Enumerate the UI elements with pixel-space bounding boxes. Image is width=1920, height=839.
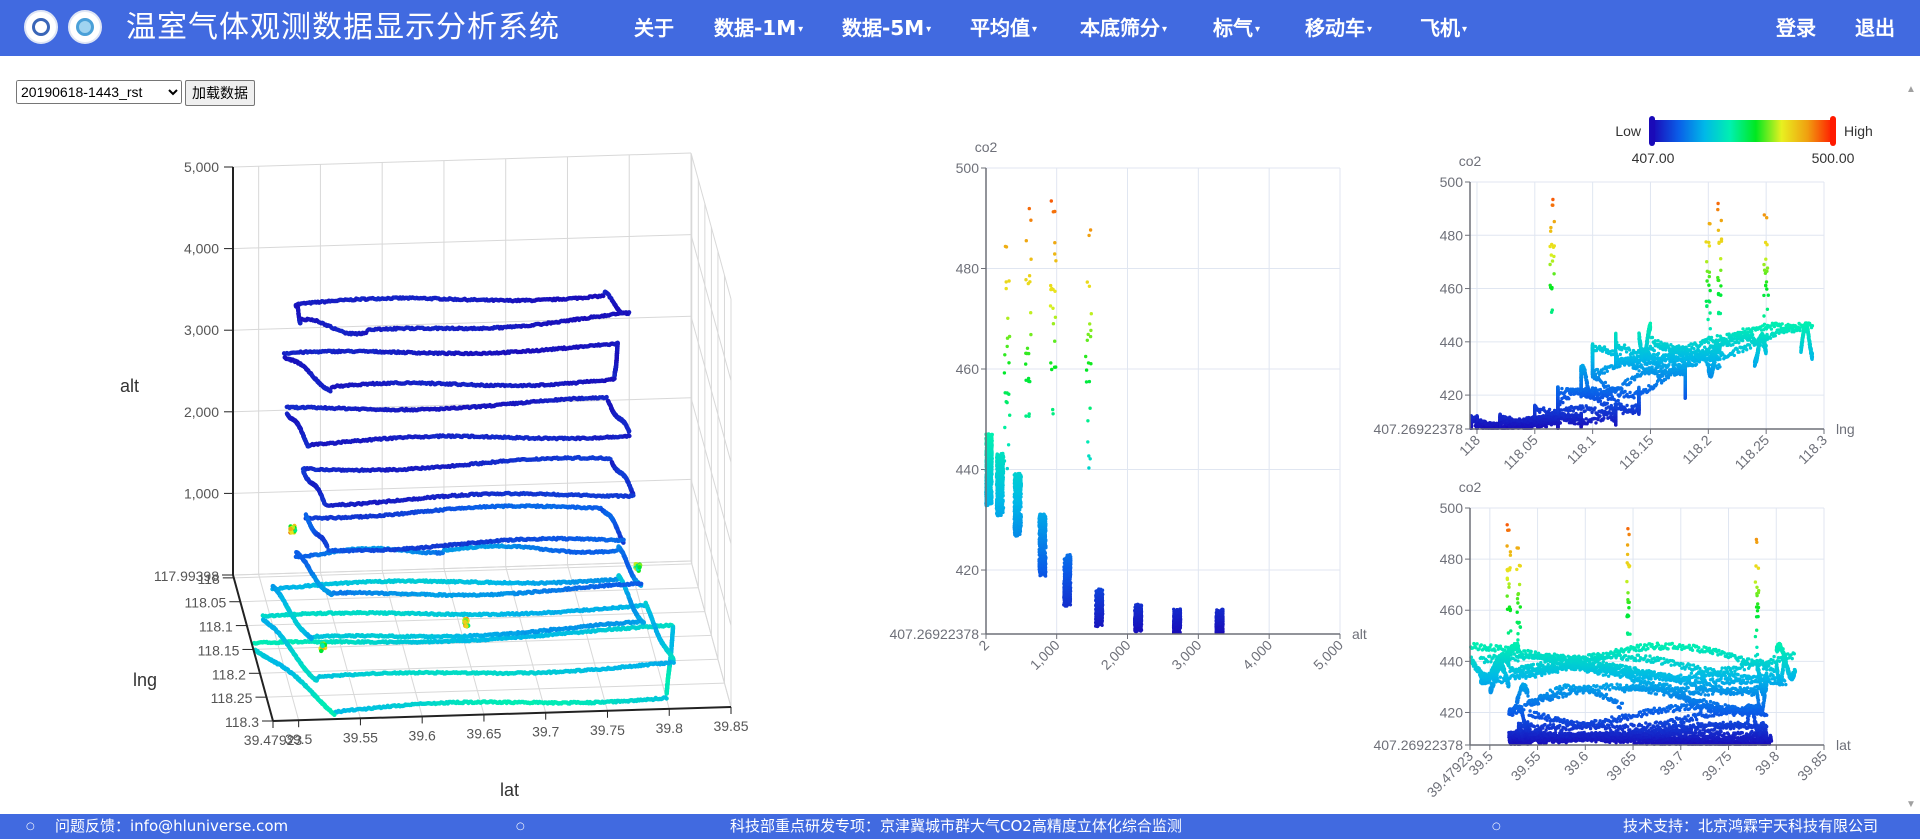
track-point xyxy=(322,502,326,506)
charts-canvas: 1,0002,0003,0004,0005,000117.99398118118… xyxy=(0,0,1920,839)
track-point xyxy=(325,544,329,548)
grid-line xyxy=(233,561,691,575)
track-point xyxy=(288,527,292,531)
grid-line xyxy=(233,153,691,167)
track-point xyxy=(627,429,631,433)
grid-line xyxy=(234,564,692,578)
grid-line xyxy=(266,683,724,697)
grid-line xyxy=(233,479,691,493)
chart-3d-flight-track[interactable]: 1,0002,0003,0004,0005,000117.99398118118… xyxy=(120,153,749,800)
grid-line xyxy=(233,235,691,249)
track-point xyxy=(328,389,332,393)
track-point xyxy=(330,385,334,389)
track-point xyxy=(604,395,608,399)
track-point xyxy=(364,331,368,335)
track-point xyxy=(306,444,310,448)
